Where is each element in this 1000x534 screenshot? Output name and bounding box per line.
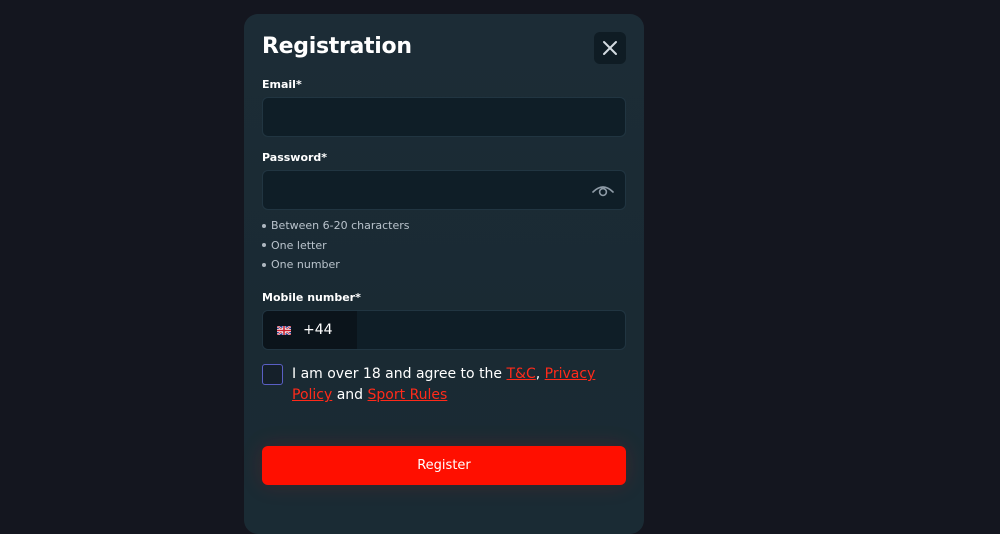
agreement-text: I am over 18 and agree to the T&C, Priva… [292, 366, 596, 403]
bullet-icon [262, 223, 266, 228]
tc-link[interactable]: T&C [507, 366, 536, 382]
sport-rules-link[interactable]: Sport Rules [368, 387, 448, 403]
modal-title: Registration [262, 34, 412, 59]
mobile-number-input[interactable] [357, 311, 625, 349]
registration-modal: Registration Email* Password* Between 6-… [244, 14, 644, 534]
password-rule: One letter [262, 236, 410, 256]
email-label: Email* [262, 78, 302, 91]
close-button[interactable] [594, 32, 626, 64]
bullet-icon [262, 243, 266, 248]
bullet-icon [262, 262, 266, 267]
mobile-label: Mobile number* [262, 291, 361, 304]
age-agreement-checkbox[interactable] [262, 364, 283, 385]
close-icon [603, 41, 617, 55]
eye-icon [592, 186, 614, 197]
password-rules-list: Between 6-20 characters One letter One n… [262, 216, 410, 275]
password-label: Password* [262, 151, 328, 164]
register-button[interactable]: Register [262, 446, 626, 485]
country-code-selector[interactable]: +44 [263, 311, 357, 349]
toggle-password-visibility-button[interactable] [590, 177, 616, 203]
country-code: +44 [303, 322, 333, 338]
mobile-number-field: +44 [262, 310, 626, 350]
uk-flag-icon [277, 325, 291, 335]
password-rule: Between 6-20 characters [262, 216, 410, 236]
password-rule: One number [262, 255, 410, 275]
password-input[interactable] [262, 170, 626, 210]
email-input[interactable] [262, 97, 626, 137]
